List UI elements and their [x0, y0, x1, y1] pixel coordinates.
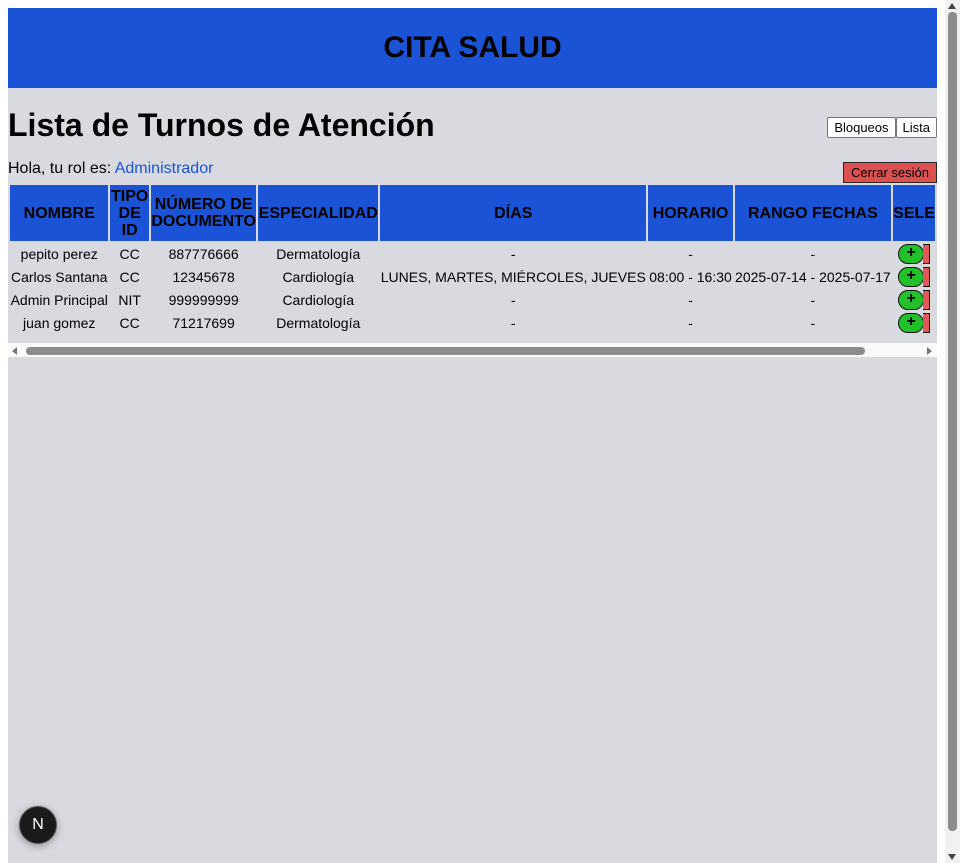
cell-schedule: - [648, 312, 733, 333]
horizontal-scrollbar[interactable] [8, 343, 937, 357]
col-header-document: NÚMERO DE DOCUMENTO [150, 185, 257, 241]
cell-id-type: CC [110, 243, 149, 264]
cell-date-range: - [734, 243, 892, 264]
page-title: Lista de Turnos de Atención [8, 107, 435, 143]
table-row: Admin Principal NIT 999999999 Cardiologí… [10, 289, 935, 310]
user-role: Administrador [114, 160, 214, 177]
select-add-button[interactable]: + [898, 243, 925, 264]
vertical-scrollbar[interactable] [945, 0, 960, 863]
cell-days: - [380, 243, 647, 264]
col-header-schedule: HORARIO [648, 185, 733, 241]
table-header-row: NOMBRE TIPO DE ID NÚMERO DE DOCUMENTO ES… [10, 185, 935, 241]
scroll-right-arrow-icon[interactable] [927, 347, 932, 355]
col-header-date-range: RANGO FECHAS [734, 185, 892, 241]
select-add-button[interactable]: + [898, 312, 925, 333]
col-header-name: NOMBRE [10, 185, 109, 241]
select-add-button[interactable]: + [898, 289, 925, 310]
scroll-left-arrow-icon[interactable] [12, 347, 17, 355]
col-header-specialty: ESPECIALIDAD [258, 185, 379, 241]
nextjs-dev-badge-icon[interactable]: N [19, 806, 57, 844]
cell-days: - [380, 289, 647, 310]
col-header-id-type-line1: TIPO [110, 187, 149, 205]
cell-date-range: 2025-07-14 - 2025-07-17 [734, 266, 892, 287]
cell-days: - [380, 312, 647, 333]
cell-document: 71217699 [150, 312, 257, 333]
table-row: Carlos Santana CC 12345678 Cardiología L… [10, 266, 935, 287]
row-action-button-partial[interactable] [923, 266, 931, 287]
cell-document: 12345678 [150, 266, 257, 287]
cell-actions: + [893, 243, 935, 264]
select-add-button[interactable]: + [898, 266, 925, 287]
cell-days: LUNES, MARTES, MIÉRCOLES, JUEVES [380, 266, 647, 287]
row-action-button-partial[interactable] [923, 312, 931, 333]
table-row: juan gomez CC 71217699 Dermatología - - … [10, 312, 935, 333]
row-action-button-partial[interactable] [923, 289, 931, 310]
cell-specialty: Cardiología [258, 266, 379, 287]
cell-name: juan gomez [10, 312, 109, 333]
row-action-button-partial[interactable] [923, 243, 931, 264]
cell-document: 887776666 [150, 243, 257, 264]
greeting-row: Hola, tu rol es: Administrador Cerrar se… [8, 160, 937, 183]
cell-date-range: - [734, 289, 892, 310]
col-header-document-line2: DOCUMENTO [151, 213, 256, 230]
view-switcher: Bloqueos Lista [827, 117, 937, 138]
scroll-down-arrow-icon[interactable] [948, 854, 956, 860]
cell-actions: + [893, 312, 935, 333]
app-title: CITA SALUD [383, 31, 562, 64]
shifts-table: NOMBRE TIPO DE ID NÚMERO DE DOCUMENTO ES… [8, 183, 937, 335]
cell-schedule: 08:00 - 16:30 [648, 266, 733, 287]
horizontal-scroll-thumb[interactable] [26, 347, 865, 355]
col-header-id-type-line3: ID [121, 221, 138, 239]
blocks-button[interactable]: Bloqueos [827, 117, 896, 138]
cell-specialty: Cardiología [258, 289, 379, 310]
cell-id-type: CC [110, 312, 149, 333]
cell-date-range: - [734, 312, 892, 333]
vertical-scroll-thumb[interactable] [948, 12, 957, 831]
title-row: Lista de Turnos de Atención Bloqueos Lis… [8, 88, 937, 160]
col-header-document-line1: NÚMERO DE [154, 196, 253, 213]
table-container: NOMBRE TIPO DE ID NÚMERO DE DOCUMENTO ES… [8, 183, 937, 357]
cell-actions: + [893, 289, 935, 310]
cell-specialty: Dermatología [258, 243, 379, 264]
page-container: CITA SALUD Lista de Turnos de Atención B… [8, 8, 937, 863]
cell-schedule: - [648, 243, 733, 264]
cell-name: Admin Principal [10, 289, 109, 310]
badge-letter: N [32, 816, 44, 833]
col-header-days: DÍAS [380, 185, 647, 241]
cell-actions: + [893, 266, 935, 287]
logout-button[interactable]: Cerrar sesión [842, 162, 937, 183]
greeting: Hola, tu rol es: Administrador [8, 160, 213, 178]
cell-name: pepito perez [10, 243, 109, 264]
cell-id-type: NIT [110, 289, 149, 310]
scroll-up-arrow-icon[interactable] [948, 3, 956, 9]
cell-schedule: - [648, 289, 733, 310]
app-header: CITA SALUD [8, 8, 937, 88]
cell-document: 999999999 [150, 289, 257, 310]
greeting-text: Hola, tu rol es: [8, 160, 112, 177]
cell-specialty: Dermatología [258, 312, 379, 333]
col-header-id-type-line2: DE [118, 204, 141, 222]
col-header-id-type: TIPO DE ID [110, 185, 149, 241]
list-button[interactable]: Lista [895, 117, 937, 138]
col-header-select: SELE [893, 185, 935, 241]
table-row: pepito perez CC 887776666 Dermatología -… [10, 243, 935, 264]
cell-id-type: CC [110, 266, 149, 287]
cell-name: Carlos Santana [10, 266, 109, 287]
